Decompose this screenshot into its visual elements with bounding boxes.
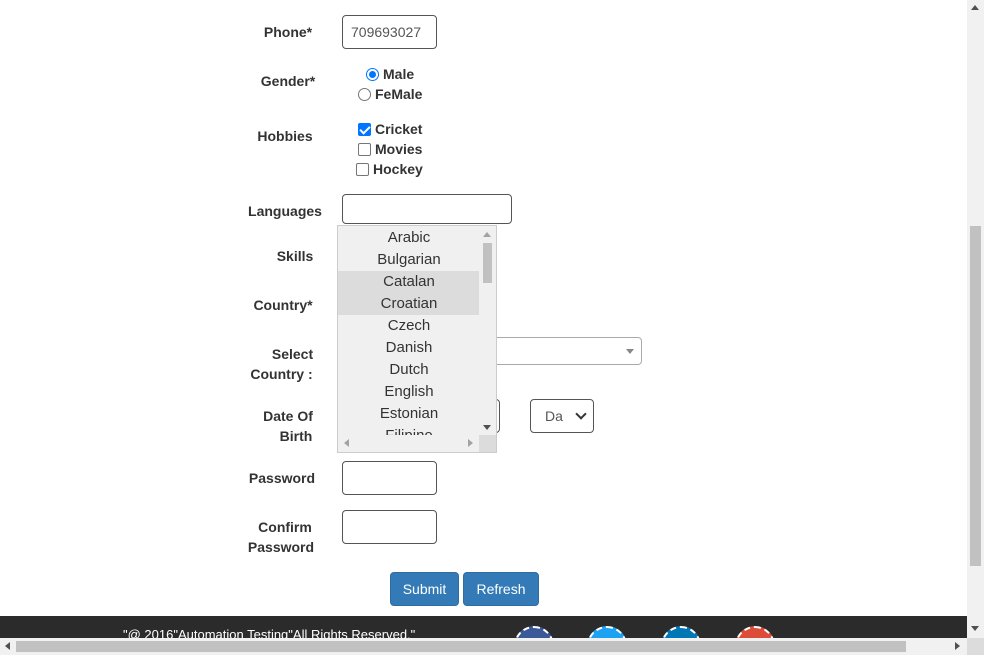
hobby-movies-checkbox[interactable] [358, 142, 371, 156]
page-vertical-scroll-thumb[interactable] [970, 226, 981, 566]
languages-dropdown-list[interactable]: Arabic Bulgarian Catalan Croatian Czech … [337, 225, 497, 453]
language-option-czech[interactable]: Czech [338, 315, 480, 337]
confirm-password-input[interactable] [342, 510, 437, 544]
facebook-icon[interactable] [514, 626, 554, 638]
hobbies-label: Hobbies [257, 128, 313, 144]
languages-multiselect[interactable] [342, 194, 512, 224]
language-option-dutch[interactable]: Dutch [338, 359, 480, 381]
language-option-english[interactable]: English [338, 381, 480, 403]
hobby-cricket-option[interactable]: Cricket [358, 121, 422, 137]
country-label: Country* [253, 297, 313, 313]
languages-label: Languages [248, 203, 322, 219]
submit-button[interactable]: Submit [390, 572, 459, 606]
footer: "@ 2016"Automation Testing"All Rights Re… [0, 616, 967, 638]
language-option-danish[interactable]: Danish [338, 337, 480, 359]
phone-label: Phone* [263, 24, 313, 40]
password-label: Password [248, 470, 316, 486]
confirm-password-label-line1: Confirm [258, 519, 312, 535]
scroll-right-arrow-icon[interactable] [468, 439, 473, 447]
language-option-catalan[interactable]: Catalan [338, 271, 480, 293]
gender-male-option[interactable]: Male [366, 66, 414, 82]
gender-male-radio[interactable] [366, 67, 379, 81]
scroll-left-arrow-icon[interactable] [5, 642, 10, 650]
dob-day-select[interactable]: Da [530, 399, 594, 433]
hobby-hockey-label: Hockey [373, 161, 423, 177]
gender-label: Gender* [260, 73, 316, 89]
hobby-movies-option[interactable]: Movies [358, 141, 422, 157]
select-country-label-line1: Select [271, 346, 314, 362]
google-plus-icon[interactable] [735, 626, 775, 638]
confirm-password-label-line2: Password [247, 539, 315, 555]
scroll-up-arrow-icon[interactable] [971, 5, 979, 10]
gender-female-radio[interactable] [358, 87, 371, 101]
gender-female-option[interactable]: FeMale [358, 86, 422, 102]
password-input[interactable] [342, 461, 437, 495]
page-horizontal-scroll-thumb[interactable] [16, 641, 906, 652]
hobby-movies-label: Movies [375, 141, 423, 157]
twitter-icon[interactable] [587, 626, 627, 638]
dob-label-line2: Birth [279, 428, 313, 444]
scroll-right-arrow-icon[interactable] [955, 642, 960, 650]
skills-label: Skills [276, 248, 314, 264]
phone-input[interactable] [342, 15, 437, 49]
hobby-cricket-checkbox[interactable] [358, 122, 371, 136]
dropdown-horizontal-scrollbar[interactable] [338, 435, 480, 452]
scroll-left-arrow-icon[interactable] [344, 439, 349, 447]
dropdown-scroll-corner [479, 435, 496, 452]
page-scroll-corner [967, 638, 984, 655]
page-horizontal-scrollbar[interactable] [0, 638, 967, 655]
linkedin-icon[interactable] [661, 626, 701, 638]
chevron-down-icon [575, 408, 587, 420]
gender-female-label: FeMale [375, 86, 423, 102]
dropdown-vertical-scrollbar[interactable] [479, 226, 496, 436]
hobby-hockey-checkbox[interactable] [356, 162, 369, 176]
scroll-down-arrow-icon[interactable] [483, 425, 491, 430]
language-option-arabic[interactable]: Arabic [338, 227, 480, 249]
dob-label-line1: Date Of [263, 408, 313, 424]
hobby-hockey-option[interactable]: Hockey [356, 161, 423, 177]
dropdown-scroll-thumb[interactable] [483, 243, 492, 283]
language-option-croatian[interactable]: Croatian [338, 293, 480, 315]
scroll-up-arrow-icon[interactable] [483, 232, 491, 237]
select-country-label-line2: Country : [250, 366, 313, 382]
footer-copyright: "@ 2016"Automation Testing"All Rights Re… [123, 627, 416, 638]
language-option-estonian[interactable]: Estonian [338, 403, 480, 425]
language-option-bulgarian[interactable]: Bulgarian [338, 249, 480, 271]
hobby-cricket-label: Cricket [375, 121, 423, 137]
chevron-down-icon [626, 349, 634, 354]
page-vertical-scrollbar[interactable] [967, 0, 984, 638]
scroll-down-arrow-icon[interactable] [971, 626, 979, 631]
gender-male-label: Male [383, 66, 415, 82]
dob-day-placeholder: Da [545, 408, 563, 424]
refresh-button[interactable]: Refresh [463, 572, 539, 606]
